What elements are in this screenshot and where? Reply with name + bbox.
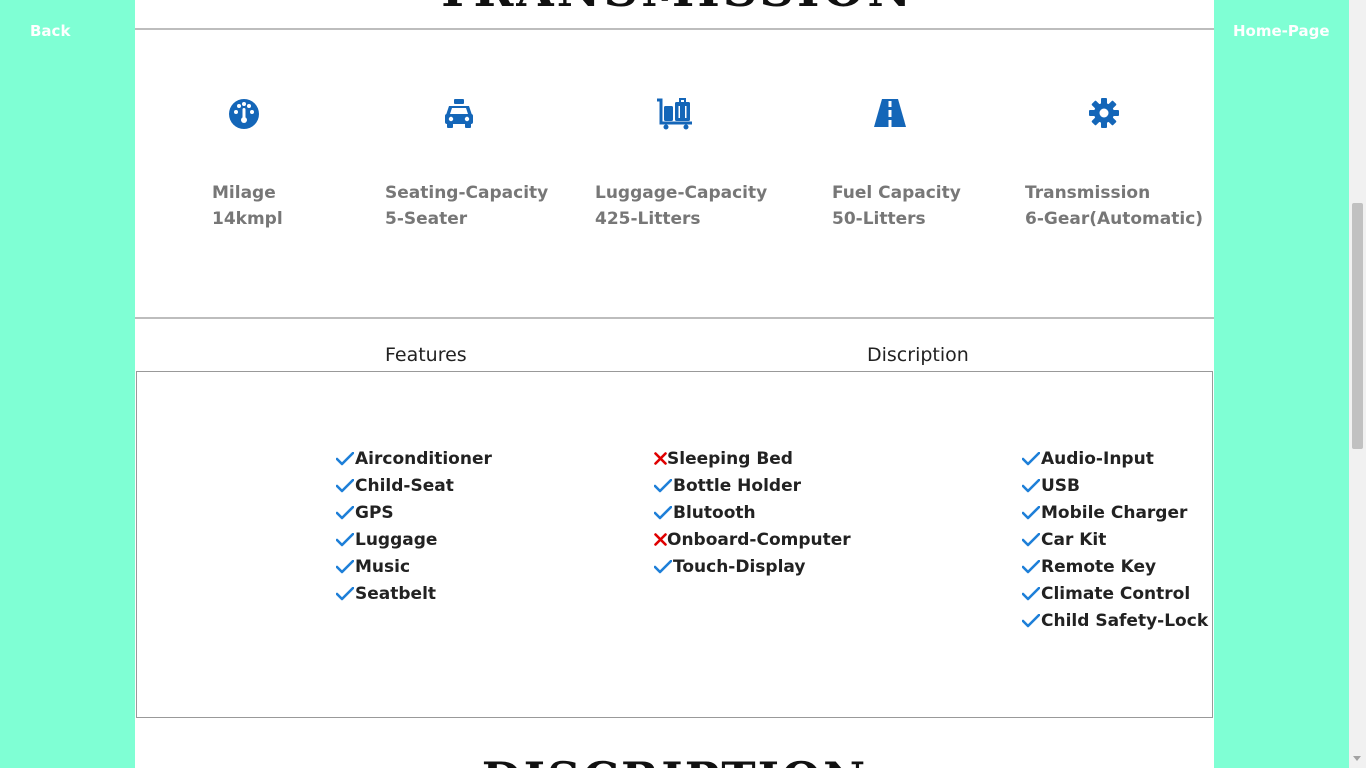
check-icon bbox=[336, 531, 355, 549]
spec-value: 425-Litters bbox=[595, 209, 701, 229]
feature-item: Music bbox=[336, 553, 492, 580]
feature-label: Bottle Holder bbox=[673, 475, 801, 496]
feature-item: Remote Key bbox=[1022, 553, 1208, 580]
feature-label: GPS bbox=[355, 502, 394, 523]
spec-label: Luggage-Capacity bbox=[595, 183, 768, 203]
feature-item: GPS bbox=[336, 499, 492, 526]
check-icon bbox=[336, 450, 355, 468]
feature-item: Blutooth bbox=[654, 499, 851, 526]
feature-label: Seatbelt bbox=[355, 583, 437, 604]
check-icon bbox=[336, 504, 355, 522]
feature-item: Sleeping Bed bbox=[654, 445, 851, 472]
feature-label: USB bbox=[1041, 475, 1081, 496]
cross-icon bbox=[654, 450, 667, 468]
feature-label: Remote Key bbox=[1041, 556, 1157, 577]
tab-description[interactable]: Discription bbox=[867, 344, 969, 366]
home-page-link[interactable]: Home-Page bbox=[1233, 22, 1330, 40]
feature-label: Mobile Charger bbox=[1041, 502, 1188, 523]
feature-label: Airconditioner bbox=[355, 448, 492, 469]
spec-label: Seating-Capacity bbox=[385, 183, 549, 203]
section-heading: TRANSMISSION bbox=[135, 0, 1214, 18]
gear-icon bbox=[1089, 98, 1119, 133]
check-icon bbox=[1022, 558, 1041, 576]
vertical-scrollbar[interactable] bbox=[1349, 0, 1366, 768]
scrollbar-thumb[interactable] bbox=[1352, 203, 1363, 449]
feature-label: Child Safety-Lock bbox=[1041, 610, 1209, 631]
feature-item: Seatbelt bbox=[336, 580, 492, 607]
feature-item: Touch-Display bbox=[654, 553, 851, 580]
scroll-down-arrow-icon[interactable] bbox=[1353, 756, 1361, 761]
feature-item: Bottle Holder bbox=[654, 472, 851, 499]
check-icon bbox=[1022, 450, 1041, 468]
feature-item: Airconditioner bbox=[336, 445, 492, 472]
check-icon bbox=[1022, 585, 1041, 603]
features-panel: Airconditioner Child-Seat GPS Luggage Music S… bbox=[136, 371, 1213, 718]
check-icon bbox=[336, 585, 355, 603]
features-column: Sleeping Bed Bottle Holder Blutooth Onboard… bbox=[654, 445, 851, 580]
back-link[interactable]: Back bbox=[30, 22, 70, 40]
tab-features[interactable]: Features bbox=[385, 344, 467, 366]
check-icon bbox=[1022, 531, 1041, 549]
feature-label: Onboard-Computer bbox=[667, 529, 851, 550]
check-icon bbox=[654, 558, 673, 576]
spec-value: 50-Litters bbox=[832, 209, 926, 229]
check-icon bbox=[1022, 612, 1041, 630]
spec-value: 6-Gear(Automatic) bbox=[1025, 209, 1204, 229]
feature-label: Sleeping Bed bbox=[667, 448, 793, 469]
feature-item: Car Kit bbox=[1022, 526, 1208, 553]
feature-label: Blutooth bbox=[673, 502, 756, 523]
spec-label: Fuel Capacity bbox=[832, 183, 961, 203]
feature-label: Climate Control bbox=[1041, 583, 1191, 604]
feature-label: Car Kit bbox=[1041, 529, 1107, 550]
check-icon bbox=[1022, 504, 1041, 522]
features-column: Audio-Input USB Mobile Charger Car Kit Remot… bbox=[1022, 445, 1208, 634]
spec-label: Milage bbox=[212, 183, 276, 203]
feature-item: Onboard-Computer bbox=[654, 526, 851, 553]
spec-label: Transmission bbox=[1025, 183, 1151, 203]
feature-label: Audio-Input bbox=[1041, 448, 1154, 469]
specs-panel: Milage 14kmpl Seating-Capacity 5-Seater bbox=[135, 30, 1214, 319]
luggage-cart-icon bbox=[656, 98, 694, 135]
feature-item: Child Safety-Lock bbox=[1022, 607, 1208, 634]
feature-label: Luggage bbox=[355, 529, 438, 550]
main-content: TRANSMISSION Milage 14kmpl bbox=[135, 0, 1214, 768]
check-icon bbox=[654, 504, 673, 522]
check-icon bbox=[336, 477, 355, 495]
section-heading: DISCRIPTION bbox=[135, 752, 1214, 768]
check-icon bbox=[654, 477, 673, 495]
speedometer-icon bbox=[228, 98, 260, 135]
feature-label: Child-Seat bbox=[355, 475, 454, 496]
feature-label: Music bbox=[355, 556, 411, 577]
spec-value: 14kmpl bbox=[212, 209, 283, 229]
check-icon bbox=[336, 558, 355, 576]
feature-item: Mobile Charger bbox=[1022, 499, 1208, 526]
tabs-row: Features Discription bbox=[135, 320, 1214, 372]
feature-item: Audio-Input bbox=[1022, 445, 1208, 472]
feature-item: Luggage bbox=[336, 526, 492, 553]
road-icon bbox=[873, 98, 907, 133]
check-icon bbox=[1022, 477, 1041, 495]
spec-value: 5-Seater bbox=[385, 209, 468, 229]
features-column: Airconditioner Child-Seat GPS Luggage Music S… bbox=[336, 445, 492, 607]
feature-item: Climate Control bbox=[1022, 580, 1208, 607]
car-icon bbox=[443, 98, 475, 135]
feature-item: USB bbox=[1022, 472, 1208, 499]
cross-icon bbox=[654, 531, 667, 549]
feature-label: Touch-Display bbox=[673, 556, 806, 577]
feature-item: Child-Seat bbox=[336, 472, 492, 499]
